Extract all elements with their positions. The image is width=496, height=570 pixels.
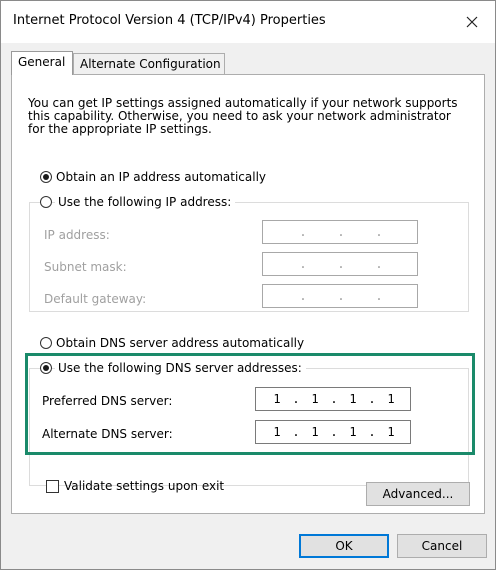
validate-settings-label: Validate settings upon exit — [64, 479, 225, 493]
alternate-dns-octet-1: 1 — [273, 425, 281, 439]
alternate-dns-octet-2: 1 — [311, 425, 319, 439]
alternate-dns-label: Alternate DNS server: — [42, 427, 173, 441]
preferred-dns-octet-2: 1 — [311, 392, 319, 406]
close-icon — [466, 16, 478, 28]
title-bar: Internet Protocol Version 4 (TCP/IPv4) P… — [1, 1, 495, 43]
obtain-ip-auto-label: Obtain an IP address automatically — [56, 170, 267, 184]
advanced-button[interactable]: Advanced... — [366, 482, 470, 506]
general-tab-panel: You can get IP settings assigned automat… — [11, 74, 485, 514]
tab-general[interactable]: General — [11, 51, 73, 75]
default-gateway-label: Default gateway: — [44, 292, 147, 306]
alternate-dns-field[interactable]: 1. 1. 1. 1 — [255, 420, 411, 444]
subnet-mask-field[interactable]: ... — [262, 252, 418, 276]
subnet-mask-label: Subnet mask: — [44, 260, 127, 274]
obtain-dns-auto-label: Obtain DNS server address automatically — [56, 336, 305, 350]
use-following-dns-label: Use the following DNS server addresses: — [55, 361, 306, 375]
close-button[interactable] — [455, 7, 489, 37]
alternate-dns-octet-4: 1 — [387, 425, 395, 439]
preferred-dns-label: Preferred DNS server: — [42, 394, 173, 408]
preferred-dns-octet-4: 1 — [387, 392, 395, 406]
obtain-ip-auto-radio[interactable] — [40, 171, 52, 183]
ip-address-label: IP address: — [44, 228, 110, 242]
alternate-dns-octet-3: 1 — [349, 425, 357, 439]
ok-button[interactable]: OK — [299, 534, 389, 558]
use-following-ip-radio[interactable] — [40, 196, 52, 208]
obtain-dns-auto-radio[interactable] — [40, 337, 52, 349]
preferred-dns-octet-3: 1 — [349, 392, 357, 406]
window-title: Internet Protocol Version 4 (TCP/IPv4) P… — [13, 13, 326, 28]
tab-alternate-configuration[interactable]: Alternate Configuration — [73, 53, 225, 75]
default-gateway-field[interactable]: ... — [262, 284, 418, 308]
dialog-client-area: General Alternate Configuration You can … — [1, 43, 495, 569]
cancel-button[interactable]: Cancel — [397, 534, 487, 558]
use-following-dns-radio[interactable] — [40, 362, 52, 374]
ip-address-field[interactable]: ... — [262, 220, 418, 244]
dialog-window: Internet Protocol Version 4 (TCP/IPv4) P… — [0, 0, 496, 570]
preferred-dns-field[interactable]: 1. 1. 1. 1 — [255, 387, 411, 411]
description-text: You can get IP settings assigned automat… — [28, 96, 458, 136]
use-following-ip-label: Use the following IP address: — [55, 195, 236, 209]
validate-settings-checkbox[interactable] — [46, 480, 59, 493]
preferred-dns-octet-1: 1 — [273, 392, 281, 406]
